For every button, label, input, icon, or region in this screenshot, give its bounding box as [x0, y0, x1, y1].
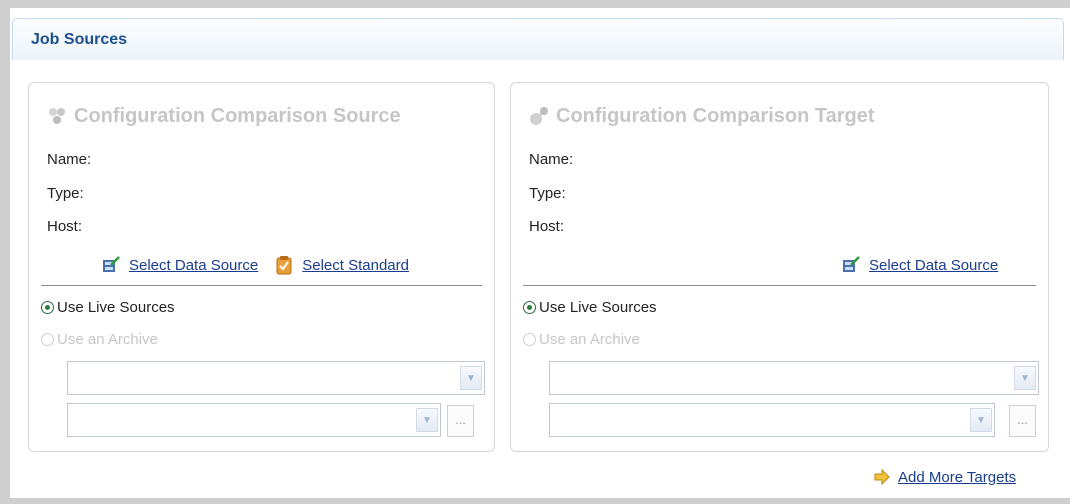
- source-type-label: Type:: [47, 185, 84, 202]
- target-link-row: Select Data Source: [841, 255, 998, 275]
- radio-checked-icon[interactable]: [523, 301, 536, 314]
- source-name-label: Name:: [47, 151, 92, 168]
- add-more-targets[interactable]: Add More Targets: [872, 467, 1016, 487]
- target-name-label: Name:: [529, 151, 574, 168]
- source-host-label: Host:: [47, 218, 83, 235]
- target-use-live-sources-label: Use Live Sources: [539, 299, 657, 316]
- chevron-down-icon[interactable]: ▼: [970, 408, 992, 432]
- source-browse-button[interactable]: ...: [447, 405, 474, 437]
- chevron-down-icon[interactable]: ▼: [416, 408, 438, 432]
- chevron-down-icon[interactable]: ▼: [1014, 366, 1036, 390]
- target-archive-file-select[interactable]: ▼: [549, 403, 995, 437]
- target-divider: [523, 285, 1036, 286]
- puzzle-icon: [49, 108, 65, 124]
- target-host-label: Host:: [529, 218, 565, 235]
- source-use-live-sources-label: Use Live Sources: [57, 299, 175, 316]
- source-archive-select[interactable]: ▼: [67, 361, 485, 395]
- select-data-source-icon[interactable]: [101, 255, 121, 275]
- target-use-archive-radio[interactable]: Use an Archive: [523, 331, 640, 348]
- source-use-archive-radio[interactable]: Use an Archive: [41, 331, 158, 348]
- source-archive-file-select[interactable]: ▼: [67, 403, 441, 437]
- source-link-row: Select Data Source Select Standard: [101, 255, 409, 275]
- target-browse-button[interactable]: ...: [1009, 405, 1036, 437]
- target-panel: Configuration Comparison Target Name: Ty…: [510, 82, 1049, 452]
- target-use-archive-label: Use an Archive: [539, 331, 640, 348]
- target-select-data-source-link[interactable]: Select Data Source: [869, 257, 998, 274]
- target-panel-title: Configuration Comparison Target: [556, 105, 875, 127]
- job-sources-header: Job Sources: [12, 18, 1064, 60]
- target-type-label: Type:: [529, 185, 566, 202]
- source-use-archive-label: Use an Archive: [57, 331, 158, 348]
- source-use-live-sources-radio[interactable]: Use Live Sources: [41, 299, 175, 316]
- source-divider: [41, 285, 482, 286]
- select-standard-icon[interactable]: [274, 255, 294, 275]
- chevron-down-icon[interactable]: ▼: [460, 366, 482, 390]
- add-more-targets-link[interactable]: Add More Targets: [898, 469, 1016, 486]
- radio-checked-icon[interactable]: [41, 301, 54, 314]
- source-select-standard-link[interactable]: Select Standard: [302, 257, 409, 274]
- source-panel: Configuration Comparison Source Name: Ty…: [28, 82, 495, 452]
- source-panel-title: Configuration Comparison Source: [74, 105, 401, 127]
- target-use-live-sources-radio[interactable]: Use Live Sources: [523, 299, 657, 316]
- target-icon: [530, 107, 548, 125]
- select-data-source-icon[interactable]: [841, 255, 861, 275]
- section-title: Job Sources: [31, 31, 128, 48]
- source-select-data-source-link[interactable]: Select Data Source: [129, 257, 258, 274]
- radio-unchecked-icon[interactable]: [523, 333, 536, 346]
- radio-unchecked-icon[interactable]: [41, 333, 54, 346]
- arrow-right-icon[interactable]: [872, 467, 892, 487]
- target-archive-select[interactable]: ▼: [549, 361, 1039, 395]
